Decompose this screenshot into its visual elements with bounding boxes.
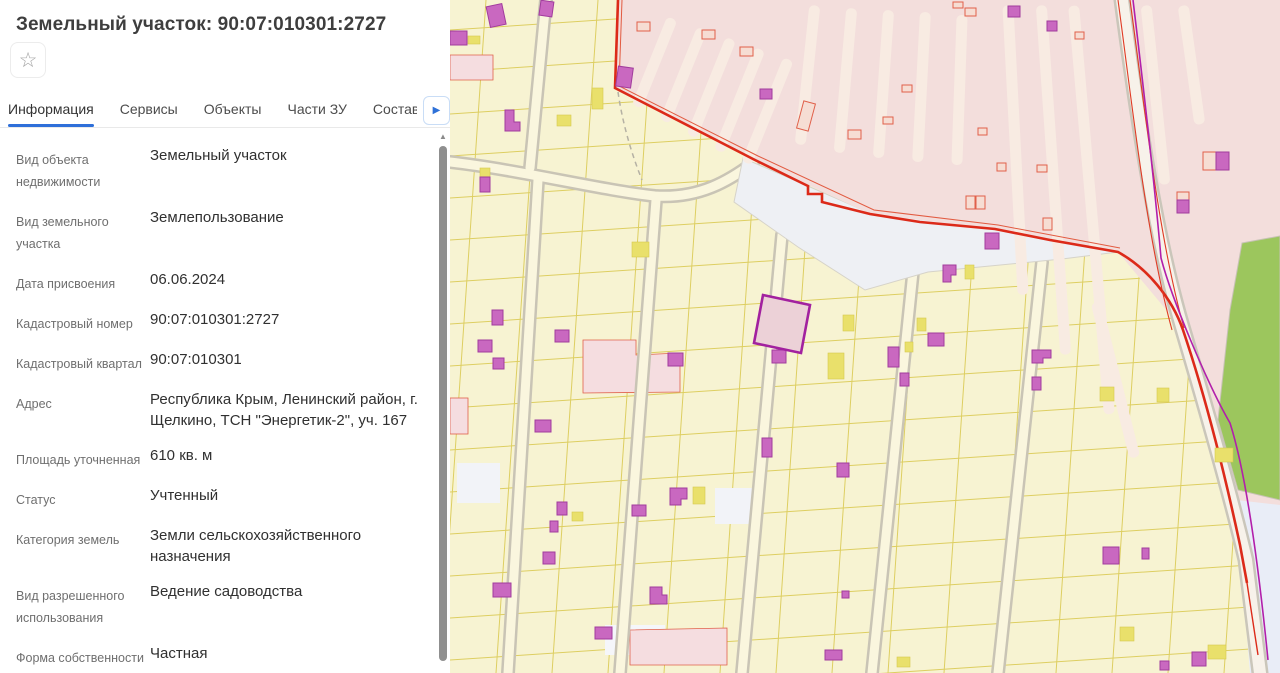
field-row: Вид объекта недвижимости Земельный участ… [16, 146, 436, 193]
field-row: Кадастровый квартал 90:07:010301 [16, 350, 436, 375]
field-value: Ведение садоводства [150, 583, 303, 600]
field-label: Адрес [16, 397, 52, 411]
panel-scrollbar[interactable]: ▲ [437, 132, 449, 673]
field-label: Категория земель [16, 533, 120, 547]
tab-parcel-parts[interactable]: Части ЗУ [287, 94, 346, 127]
map-canvas[interactable] [450, 0, 1280, 673]
arrow-right-icon: ▶ [432, 104, 441, 116]
field-label: Форма собственности [16, 651, 144, 665]
field-row: Кадастровый номер 90:07:010301:2727 [16, 310, 436, 335]
info-fields: Вид объекта недвижимости Земельный участ… [0, 140, 436, 673]
favorite-button[interactable]: ☆ [10, 42, 46, 78]
tab-objects[interactable]: Объекты [204, 94, 262, 127]
tab-bar: Информация Сервисы Объекты Части ЗУ Сост… [0, 94, 450, 128]
field-value: Частная [150, 645, 208, 662]
selected-parcel[interactable] [752, 293, 812, 355]
field-value: Земли сельскохозяйственного назначения [150, 527, 362, 565]
field-label: Вид разрешенного использования [16, 589, 125, 625]
field-label: Статус [16, 493, 56, 507]
field-label: Кадастровый номер [16, 317, 133, 331]
field-value: 90:07:010301 [150, 351, 242, 368]
field-row: Вид разрешенного использования Ведение с… [16, 582, 436, 629]
cadastral-map-app: Земельный участок: 90:07:010301:2727 ☆ И… [0, 0, 1280, 673]
field-row: Вид земельного участка Землепользование [16, 208, 436, 255]
tab-composition[interactable]: Состав [373, 94, 417, 127]
field-label: Вид земельного участка [16, 215, 109, 251]
scroll-up-icon[interactable]: ▲ [437, 132, 449, 144]
field-row: Форма собственности Частная [16, 644, 436, 669]
scrollbar-thumb[interactable] [439, 146, 447, 661]
field-label: Дата присвоения [16, 277, 116, 291]
tabs-scroll-right-button[interactable]: ▶ [423, 96, 450, 125]
field-label: Кадастровый квартал [16, 357, 142, 371]
field-value: 90:07:010301:2727 [150, 311, 280, 328]
field-value: Земельный участок [150, 147, 287, 164]
field-value: 06.06.2024 [150, 271, 226, 288]
field-label: Площадь уточненная [16, 453, 141, 467]
field-row: Адрес Республика Крым, Ленинский район, … [16, 390, 436, 431]
field-row: Статус Учтенный [16, 486, 436, 511]
field-value: Республика Крым, Ленинский район, г. Щел… [150, 391, 418, 429]
field-value: Учтенный [150, 487, 219, 504]
star-icon: ☆ [18, 48, 38, 72]
field-label: Вид объекта недвижимости [16, 153, 101, 189]
tab-services[interactable]: Сервисы [120, 94, 178, 127]
tab-information[interactable]: Информация [8, 94, 94, 127]
field-row: Дата присвоения 06.06.2024 [16, 270, 436, 295]
field-value: 610 кв. м [150, 447, 213, 464]
field-row: Площадь уточненная 610 кв. м [16, 446, 436, 471]
field-value: Землепользование [150, 209, 284, 226]
object-info-panel: Земельный участок: 90:07:010301:2727 ☆ И… [0, 0, 450, 673]
field-row: Категория земель Земли сельскохозяйствен… [16, 526, 436, 567]
page-title: Земельный участок: 90:07:010301:2727 [16, 14, 387, 35]
